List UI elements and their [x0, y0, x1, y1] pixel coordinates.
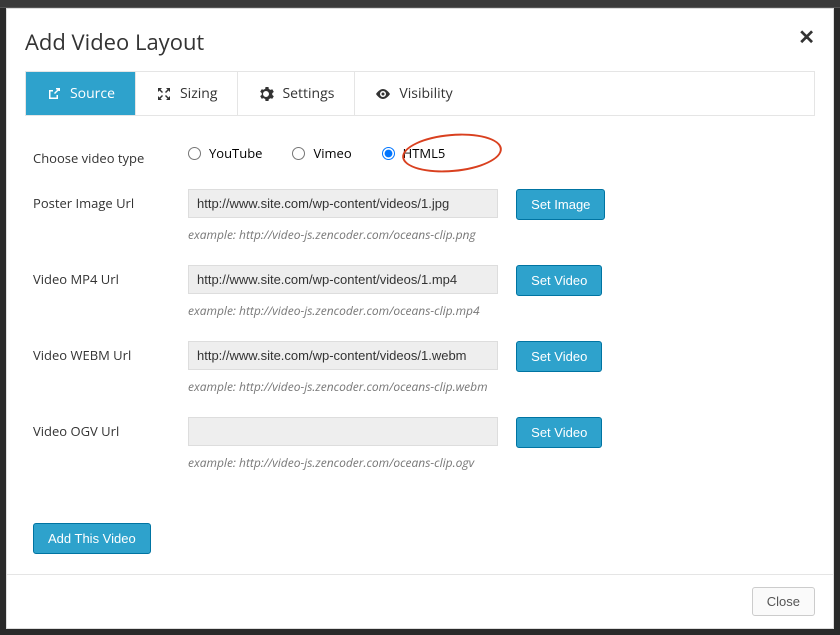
set-video-ogv-button[interactable]: Set Video: [516, 417, 602, 448]
close-icon[interactable]: ✕: [798, 23, 815, 50]
tab-visibility[interactable]: Visibility: [355, 72, 472, 115]
add-video-button[interactable]: Add This Video: [33, 523, 151, 554]
gear-icon: [258, 86, 274, 102]
set-image-button[interactable]: Set Image: [516, 189, 605, 220]
tabs: Source Sizing Settings Visibility: [25, 71, 815, 116]
radio-vimeo-label: Vimeo: [313, 144, 351, 162]
dialog-footer: Close: [7, 574, 833, 628]
tab-source[interactable]: Source: [26, 72, 136, 115]
set-video-webm-button[interactable]: Set Video: [516, 341, 602, 372]
radio-html5-input[interactable]: [382, 147, 395, 160]
mp4-input[interactable]: [188, 265, 498, 294]
tab-settings[interactable]: Settings: [238, 72, 355, 115]
dialog: ✕ Add Video Layout Source Sizing Setting…: [6, 8, 834, 629]
ogv-label: Video OGV Url: [33, 417, 188, 440]
webm-hint: example: http://video-js.zencoder.com/oc…: [188, 378, 807, 395]
radio-vimeo[interactable]: Vimeo: [292, 144, 351, 162]
ruler: [0, 0, 840, 8]
form-area: Choose video type YouTube Vimeo HTML5: [25, 116, 815, 564]
poster-hint: example: http://video-js.zencoder.com/oc…: [188, 226, 807, 243]
radio-youtube-input[interactable]: [188, 147, 201, 160]
mp4-label: Video MP4 Url: [33, 265, 188, 288]
tab-visibility-label: Visibility: [399, 84, 452, 103]
tab-sizing-label: Sizing: [180, 84, 218, 103]
row-ogv: Video OGV Url Set Video example: http://…: [33, 417, 807, 471]
mp4-hint: example: http://video-js.zencoder.com/oc…: [188, 302, 807, 319]
tab-settings-label: Settings: [282, 84, 334, 103]
row-video-type: Choose video type YouTube Vimeo HTML5: [33, 144, 807, 167]
ogv-hint: example: http://video-js.zencoder.com/oc…: [188, 454, 807, 471]
expand-icon: [156, 86, 172, 102]
radio-youtube[interactable]: YouTube: [188, 144, 262, 162]
eye-icon: [375, 86, 391, 102]
radio-html5[interactable]: HTML5: [382, 144, 446, 162]
radio-vimeo-input[interactable]: [292, 147, 305, 160]
poster-label: Poster Image Url: [33, 189, 188, 212]
tab-sizing[interactable]: Sizing: [136, 72, 239, 115]
radio-html5-label: HTML5: [403, 144, 446, 162]
ogv-input[interactable]: [188, 417, 498, 446]
dialog-title: Add Video Layout: [25, 27, 815, 57]
tab-source-label: Source: [70, 84, 115, 103]
share-icon: [46, 86, 62, 102]
row-poster: Poster Image Url Set Image example: http…: [33, 189, 807, 243]
poster-input[interactable]: [188, 189, 498, 218]
row-mp4: Video MP4 Url Set Video example: http://…: [33, 265, 807, 319]
set-video-mp4-button[interactable]: Set Video: [516, 265, 602, 296]
webm-input[interactable]: [188, 341, 498, 370]
row-webm: Video WEBM Url Set Video example: http:/…: [33, 341, 807, 395]
webm-label: Video WEBM Url: [33, 341, 188, 364]
choose-video-type-label: Choose video type: [33, 144, 188, 167]
close-button[interactable]: Close: [752, 587, 815, 616]
radio-youtube-label: YouTube: [209, 144, 262, 162]
